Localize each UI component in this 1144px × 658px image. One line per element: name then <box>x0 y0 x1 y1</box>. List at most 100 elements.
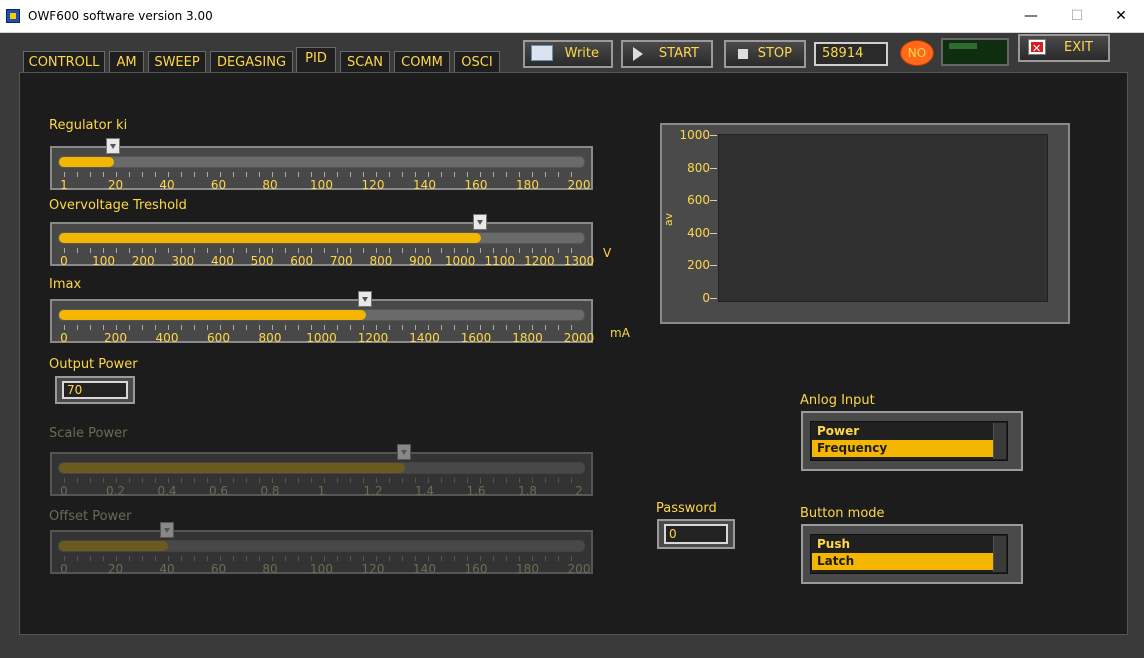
scale-power-slider[interactable]: 0 0.2 0.4 0.6 0.8 1 1.2 1.4 1.6 1.8 2 <box>50 444 593 498</box>
slider-fill <box>59 541 168 551</box>
graph-tick: 1000 <box>679 128 710 142</box>
regulator-ki-slider[interactable]: 1 20 40 60 80 100 120 140 160 180 200 <box>50 138 593 192</box>
imax-label: Imax <box>49 277 82 292</box>
slider-track <box>58 540 585 552</box>
button-mode-listbox[interactable]: Push Latch <box>801 524 1023 584</box>
graph-tick: 0 <box>702 291 710 305</box>
slider-ticks <box>64 172 579 177</box>
slider-tick-label: 300 <box>171 254 195 268</box>
slider-tick-label: 1.8 <box>517 484 538 498</box>
slider-tick-label: 1100 <box>484 254 516 268</box>
slider-track <box>58 232 585 244</box>
slider-tick-label: 20 <box>107 178 124 192</box>
stop-label: STOP <box>757 46 792 61</box>
exit-button[interactable]: EXIT <box>1018 34 1110 62</box>
slider-tick-label: 1200 <box>357 331 389 345</box>
slider-tick-label: 1600 <box>460 331 492 345</box>
graph-tick-mark <box>710 135 717 136</box>
slider-tick-label: 200 <box>104 331 127 345</box>
graph-tick-mark <box>710 200 717 201</box>
stop-button[interactable]: STOP <box>724 40 806 68</box>
scale-power-label: Scale Power <box>49 426 128 441</box>
slider-tick-label: 200 <box>567 562 591 576</box>
offset-power-slider[interactable]: 0 20 40 60 80 100 120 140 160 180 200 <box>50 522 593 576</box>
graph-tick: 200 <box>687 258 710 272</box>
imax-slider[interactable]: 0 200 400 600 800 1000 1200 1400 1600 1800 2000 <box>50 291 594 345</box>
slider-ticks <box>64 478 579 483</box>
slider-thumb[interactable] <box>472 214 487 230</box>
slider-tick-label: 120 <box>361 562 385 576</box>
slider-tick-label: 0.8 <box>260 484 280 498</box>
slider-tick-label: 0 <box>60 484 68 498</box>
slider-tick-label: 1000 <box>306 331 337 345</box>
tab-am[interactable]: AM <box>109 51 144 73</box>
slider-thumb[interactable] <box>358 291 373 307</box>
slider-tick-label: 0.6 <box>208 484 229 498</box>
play-icon <box>633 47 643 61</box>
slider-tick-label: 600 <box>290 254 314 268</box>
slider-tick-label: 0 <box>60 254 68 268</box>
slider-thumb[interactable] <box>106 138 121 154</box>
overvoltage-label: Overvoltage Treshold <box>49 198 187 213</box>
green-indicator <box>941 38 1009 66</box>
status-led: NO <box>900 40 934 66</box>
write-icon <box>531 45 553 61</box>
start-button[interactable]: START <box>621 40 713 68</box>
tab-degasing[interactable]: DEGASING <box>210 51 293 73</box>
password-label: Password <box>656 501 717 516</box>
analog-input-listbox[interactable]: Power Frequency <box>801 411 1023 471</box>
minimize-button[interactable]: — <box>1008 0 1054 32</box>
overvoltage-slider[interactable]: 0 100 200 300 400 500 600 700 800 900 1000 1100 1200… <box>50 214 595 268</box>
slider-thumb[interactable] <box>160 522 174 538</box>
slider-track <box>58 462 585 474</box>
password-field[interactable]: 0 <box>657 519 735 549</box>
listbox-scrollbar[interactable] <box>993 423 1006 459</box>
slider-tick-label: 1300 <box>563 254 595 268</box>
tab-scan[interactable]: SCAN <box>340 51 390 73</box>
slider-tick-label: 400 <box>155 331 179 345</box>
tab-sweep[interactable]: SWEEP <box>148 51 206 73</box>
graph-plot-area <box>718 134 1048 302</box>
av-graph: av 1000 800 600 400 200 0 <box>660 123 1070 324</box>
slider-tick-label: 60 <box>210 178 227 192</box>
exit-icon <box>1028 37 1046 61</box>
slider-ticks <box>64 325 579 330</box>
output-power-field[interactable]: 70 <box>55 376 135 404</box>
title-bar: OWF600 software version 3.00 — ☐ ✕ <box>0 0 1144 33</box>
tab-osci[interactable]: OSCI <box>454 51 500 73</box>
slider-tick-label: 1800 <box>512 331 543 345</box>
tab-controll[interactable]: CONTROLL <box>23 51 105 73</box>
slider-fill <box>59 310 367 320</box>
slider-ticks <box>64 248 579 253</box>
slider-tick-label: 1.6 <box>466 484 486 498</box>
slider-tick-label: 120 <box>361 178 385 192</box>
close-window-button[interactable]: ✕ <box>1098 0 1144 32</box>
slider-tick-label: 40 <box>159 178 175 192</box>
button-mode-option-push[interactable]: Push <box>812 536 995 553</box>
listbox-scrollbar[interactable] <box>993 536 1006 572</box>
slider-thumb[interactable] <box>396 444 411 460</box>
slider-tick-label: 200 <box>131 254 155 268</box>
slider-tick-label: 100 <box>310 562 333 576</box>
password-value[interactable]: 0 <box>664 524 728 544</box>
analog-input-option-power[interactable]: Power <box>812 423 995 440</box>
tab-pid[interactable]: PID <box>296 47 336 74</box>
output-power-value[interactable]: 70 <box>62 381 128 399</box>
maximize-button[interactable]: ☐ <box>1054 0 1100 32</box>
tab-comm[interactable]: COMM <box>394 51 450 73</box>
write-button[interactable]: Write <box>523 40 613 68</box>
slider-tick-label: 60 <box>210 562 227 576</box>
slider-tick-label: 1 <box>317 484 326 498</box>
start-label: START <box>658 46 699 61</box>
slider-tick-label: 0 <box>60 562 68 576</box>
regulator-ki-label: Regulator ki <box>49 118 128 133</box>
slider-tick-label: 80 <box>262 562 278 576</box>
graph-tick: 600 <box>687 193 710 207</box>
analog-input-option-frequency[interactable]: Frequency <box>812 440 995 457</box>
slider-tick-label: 160 <box>464 562 488 576</box>
slider-tick-label: 800 <box>369 254 393 268</box>
graph-tick-mark <box>710 298 717 299</box>
slider-fill <box>59 233 481 243</box>
button-mode-option-latch[interactable]: Latch <box>812 553 995 570</box>
slider-tick-label: 400 <box>211 254 234 268</box>
